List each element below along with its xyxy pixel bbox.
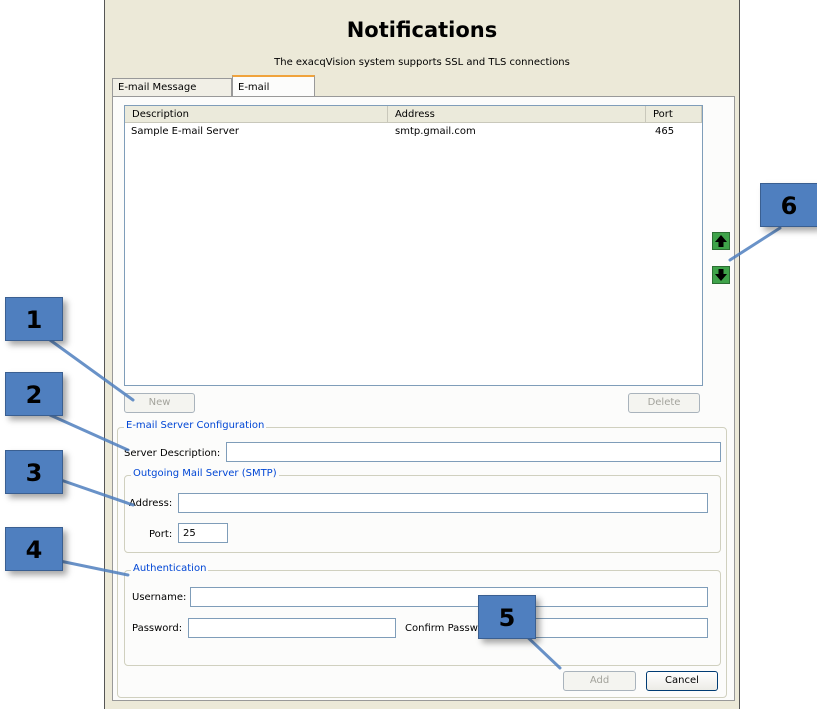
callout-6: 6 <box>760 183 817 227</box>
callout-5: 5 <box>478 595 536 639</box>
callout-4: 4 <box>5 527 63 571</box>
callout-1: 1 <box>5 297 63 341</box>
callout-3: 3 <box>5 450 63 494</box>
callout-pointers <box>48 226 782 670</box>
callout-2: 2 <box>5 372 63 416</box>
